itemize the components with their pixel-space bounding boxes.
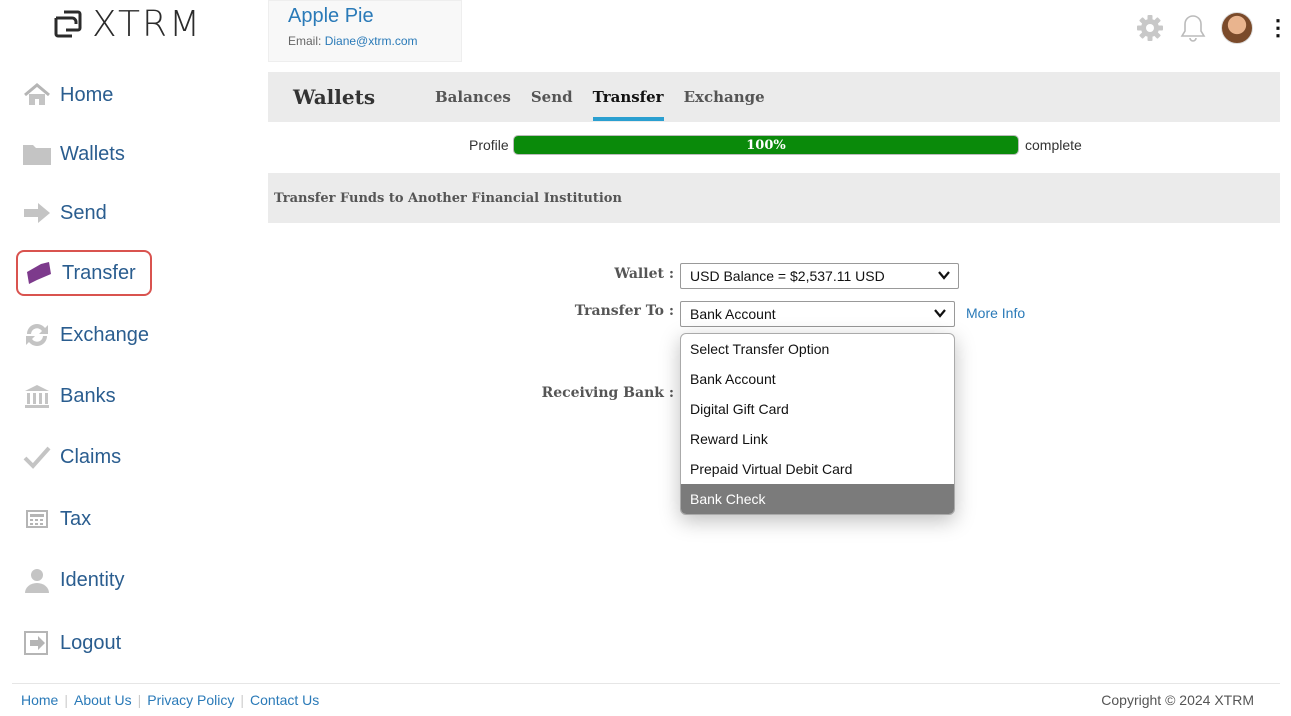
footer-separator: | (64, 692, 68, 708)
footer-link-about[interactable]: About Us (74, 692, 132, 708)
sidebar-item-logout[interactable]: Logout (16, 620, 152, 666)
more-options-icon[interactable]: ⋮ (1267, 15, 1289, 41)
sidebar-item-label: Banks (60, 384, 116, 407)
exchange-icon (22, 322, 52, 348)
tab-send[interactable]: Send (531, 72, 573, 122)
xtrm-logo[interactable]: XTRM (52, 3, 203, 45)
tab-exchange[interactable]: Exchange (684, 72, 765, 122)
footer-link-home[interactable]: Home (21, 692, 58, 708)
bank-icon (22, 383, 52, 409)
sidebar-item-exchange[interactable]: Exchange (16, 312, 152, 358)
receiving-bank-label: Receiving Bank : (541, 385, 674, 401)
section-title: Transfer Funds to Another Financial Inst… (268, 173, 1280, 223)
copyright: Copyright © 2024 XTRM (1101, 692, 1254, 708)
calculator-icon (22, 506, 52, 532)
dropdown-option[interactable]: Digital Gift Card (681, 394, 954, 424)
footer: Home | About Us | Privacy Policy | Conta… (12, 683, 1280, 716)
sidebar-item-label: Home (60, 83, 114, 106)
footer-links: Home | About Us | Privacy Policy | Conta… (21, 692, 319, 708)
wallet-select[interactable]: USD Balance = $2,537.11 USD (680, 263, 959, 289)
user-email: Email: Diane@xtrm.com (288, 34, 461, 48)
sidebar-item-label: Identity (60, 568, 125, 591)
footer-link-privacy[interactable]: Privacy Policy (147, 692, 234, 708)
chevron-down-icon (934, 309, 946, 318)
transfer-to-label: Transfer To : (574, 303, 674, 319)
chevron-down-icon (938, 271, 950, 280)
sidebar-item-label: Tax (60, 507, 92, 530)
sidebar-item-home[interactable]: Home (16, 72, 152, 118)
user-email-value: Diane@xtrm.com (324, 34, 418, 48)
check-icon (22, 444, 52, 470)
dropdown-option[interactable]: Bank Account (681, 364, 954, 394)
home-icon (22, 82, 52, 108)
gear-icon[interactable] (1135, 13, 1165, 43)
dropdown-option[interactable]: Prepaid Virtual Debit Card (681, 454, 954, 484)
wallet-label: Wallet : (614, 266, 674, 282)
person-icon (22, 567, 52, 593)
sidebar-item-label: Transfer (62, 261, 136, 284)
profile-progress-fill: 100% (514, 136, 1018, 154)
user-profile-block: Apple Pie Email: Diane@xtrm.com (268, 0, 462, 62)
sidebar-item-wallets[interactable]: Wallets (16, 131, 152, 177)
user-email-label: Email: (288, 34, 322, 48)
transfer-to-select[interactable]: Bank Account (680, 301, 955, 327)
logout-icon (22, 630, 52, 656)
logo-icon (54, 10, 82, 38)
sidebar-item-banks[interactable]: Banks (16, 373, 152, 419)
wallets-tab-bar: Wallets Balances Send Transfer Exchange (268, 72, 1280, 122)
avatar[interactable] (1221, 12, 1253, 44)
tab-balances[interactable]: Balances (435, 72, 511, 122)
tab-transfer[interactable]: Transfer (592, 72, 664, 122)
sidebar-item-label: Logout (60, 631, 122, 654)
profile-complete-label: complete (1025, 137, 1082, 153)
profile-progress-row: Profile 100% complete (268, 134, 1280, 156)
footer-link-contact[interactable]: Contact Us (250, 692, 319, 708)
sidebar-item-transfer[interactable]: Transfer (16, 250, 152, 296)
arrow-right-icon (22, 200, 52, 226)
transfer-options-dropdown: Select Transfer Option Bank Account Digi… (680, 333, 955, 515)
sidebar-item-label: Claims (60, 445, 122, 468)
profile-progress-bar: 100% (513, 135, 1019, 155)
dropdown-option-highlighted[interactable]: Bank Check (681, 484, 954, 514)
folder-icon (22, 141, 52, 167)
transfer-icon (24, 260, 54, 286)
sidebar-item-claims[interactable]: Claims (16, 434, 152, 480)
profile-label: Profile (469, 137, 509, 153)
logo-text: XTRM (92, 3, 203, 45)
sidebar-item-label: Wallets (60, 142, 125, 165)
sidebar-item-label: Exchange (60, 323, 149, 346)
transfer-to-select-value: Bank Account (690, 306, 776, 322)
footer-separator: | (137, 692, 142, 708)
bell-icon[interactable] (1179, 13, 1207, 43)
user-name: Apple Pie (288, 5, 374, 27)
sidebar-item-send[interactable]: Send (16, 190, 152, 236)
header-icons: ⋮ (1135, 10, 1289, 46)
page-title: Wallets (293, 85, 376, 109)
sidebar-item-identity[interactable]: Identity (16, 557, 152, 603)
dropdown-option[interactable]: Select Transfer Option (681, 334, 954, 364)
more-info-link[interactable]: More Info (966, 305, 1025, 321)
footer-separator: | (240, 692, 245, 708)
wallet-select-value: USD Balance = $2,537.11 USD (690, 268, 885, 284)
sidebar-item-tax[interactable]: Tax (16, 496, 152, 542)
dropdown-option[interactable]: Reward Link (681, 424, 954, 454)
sidebar-item-label: Send (60, 201, 107, 224)
